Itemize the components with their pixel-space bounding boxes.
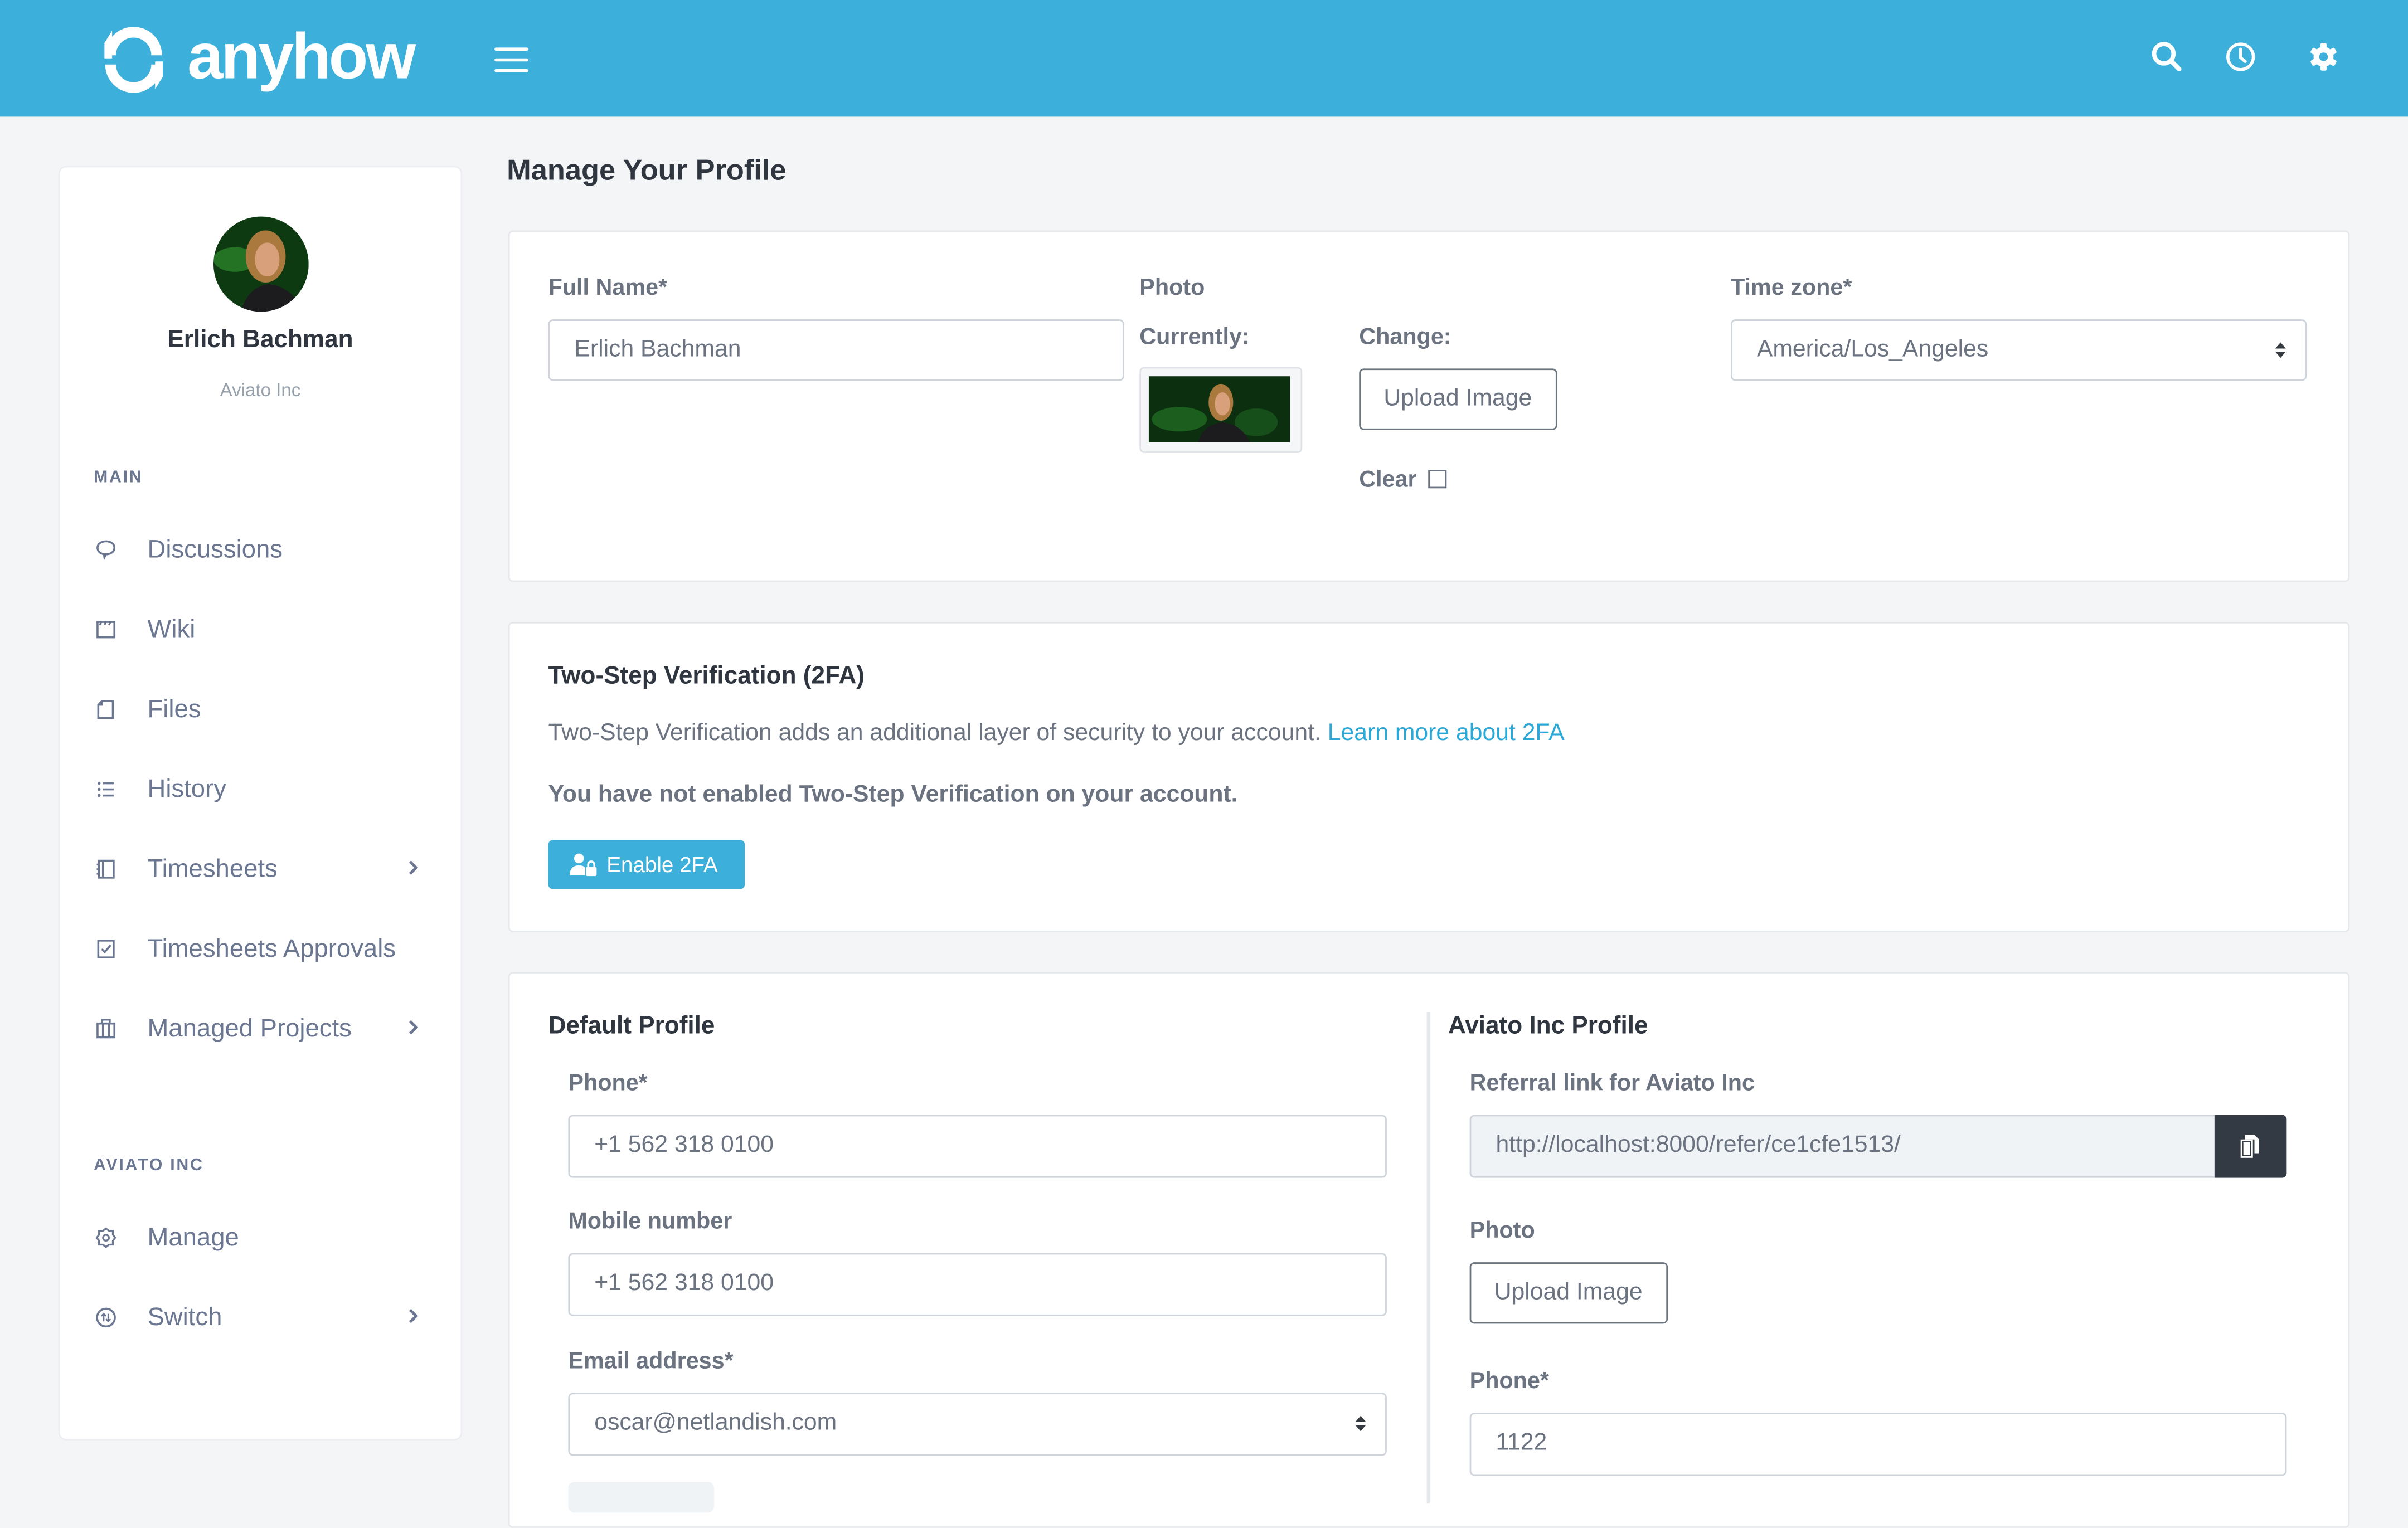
partially-visible-button[interactable] (568, 1482, 715, 1513)
enable-2fa-label: Enable 2FA (606, 852, 718, 877)
chevron-right-icon (409, 860, 419, 875)
brand-logo[interactable]: anyhow (187, 18, 416, 95)
sidebar-item-timesheets[interactable]: Timesheets (94, 846, 431, 892)
org-phone-input[interactable]: 1122 (1469, 1413, 2287, 1476)
sidebar-item-switch[interactable]: Switch (94, 1295, 431, 1341)
file-icon (97, 700, 114, 719)
copy-icon (2240, 1135, 2259, 1158)
mobile-number-input[interactable]: +1 562 318 0100 (568, 1253, 1387, 1316)
speech-bubble-icon (96, 540, 116, 561)
switch-arrows-icon (96, 1307, 116, 1328)
avatar[interactable] (213, 216, 309, 312)
column-divider (1426, 1012, 1430, 1503)
chevron-right-icon (409, 1020, 419, 1035)
briefcase-icon (96, 1019, 116, 1039)
full-name-input[interactable]: Erlich Bachman (548, 319, 1124, 381)
referral-link-label: Referral link for Aviato Inc (1469, 1070, 1755, 1097)
cog-icon (95, 1227, 116, 1248)
hamburger-icon (494, 47, 528, 52)
section-label-main: MAIN (94, 468, 143, 487)
app-root: anyhow Erlich Bachman Aviato Inc MAIN Di… (0, 0, 2408, 1528)
timezone-select[interactable]: America/Los_Angeles (1730, 319, 2307, 381)
copy-referral-link-button[interactable] (2214, 1115, 2287, 1178)
sidebar: Erlich Bachman Aviato Inc MAIN Discussio… (60, 167, 461, 1439)
email-address-value: oscar@netlandish.com (594, 1409, 837, 1436)
sidebar-item-label: Files (147, 695, 201, 723)
default-profile-title: Default Profile (548, 1013, 715, 1040)
sidebar-item-discussions[interactable]: Discussions (94, 527, 431, 573)
email-address-label: Email address* (568, 1348, 734, 1375)
sidebar-item-label: Wiki (147, 616, 196, 644)
sidebar-item-label: Timesheets Approvals (147, 935, 396, 963)
timezone-value: America/Los_Angeles (1756, 336, 1989, 363)
sidebar-item-label: Discussions (147, 536, 283, 564)
sidebar-item-managed-projects[interactable]: Managed Projects (94, 1006, 431, 1052)
two-factor-title: Two-Step Verification (2FA) (548, 663, 865, 690)
search-icon[interactable] (2150, 40, 2184, 74)
user-name: Erlich Bachman (167, 327, 353, 353)
upload-image-button[interactable]: Upload Image (1359, 368, 1557, 430)
two-factor-description: Two-Step Verification adds an additional… (548, 720, 1565, 748)
sidebar-item-files[interactable]: Files (94, 687, 431, 733)
sidebar-item-label: Manage (147, 1224, 239, 1252)
sidebar-item-label: Switch (147, 1303, 222, 1332)
learn-more-2fa-link[interactable]: Learn more about 2FA (1328, 720, 1565, 746)
clapperboard-icon (96, 621, 116, 639)
photo-label: Photo (1139, 275, 1205, 301)
checkbox-icon (97, 940, 115, 958)
page-title: Manage Your Profile (507, 155, 787, 188)
phone-label: Phone* (568, 1070, 648, 1097)
select-arrows-icon (1355, 1415, 1366, 1432)
enable-2fa-button[interactable]: Enable 2FA (548, 840, 745, 889)
logo-refresh-icon[interactable] (98, 25, 169, 95)
sidebar-item-timesheets-approvals[interactable]: Timesheets Approvals (94, 926, 431, 972)
gear-icon[interactable] (2307, 40, 2341, 74)
org-profile-title: Aviato Inc Profile (1448, 1013, 1648, 1040)
hamburger-icon-line (494, 69, 528, 73)
clear-photo-checkbox[interactable] (1428, 470, 1447, 489)
avatar-photo (213, 216, 309, 312)
current-photo (1148, 376, 1290, 442)
two-factor-description-text: Two-Step Verification adds an additional… (548, 720, 1321, 747)
clock-icon[interactable] (2223, 40, 2258, 74)
timezone-label: Time zone* (1730, 275, 1852, 301)
full-name-label: Full Name* (548, 275, 668, 301)
phone-input[interactable]: +1 562 318 0100 (568, 1115, 1387, 1178)
mobile-number-label: Mobile number (568, 1208, 732, 1235)
sidebar-item-wiki[interactable]: Wiki (94, 607, 431, 653)
list-icon (97, 781, 114, 797)
org-upload-image-button[interactable]: Upload Image (1469, 1262, 1667, 1324)
user-lock-icon (570, 853, 597, 877)
section-label-organization: AVIATO INC (94, 1156, 204, 1175)
org-phone-label: Phone* (1469, 1368, 1550, 1395)
hamburger-menu-button[interactable] (494, 47, 528, 73)
sidebar-item-manage[interactable]: Manage (94, 1215, 431, 1261)
hamburger-icon-line (494, 58, 528, 62)
sidebar-item-label: Timesheets (147, 855, 278, 883)
select-arrows-icon (2275, 342, 2286, 358)
change-label: Change: (1359, 324, 1451, 351)
current-photo-thumbnail[interactable] (1139, 367, 1303, 453)
user-organization: Aviato Inc (220, 379, 301, 401)
referral-link-input[interactable]: http://localhost:8000/refer/ce1cfe1513/ (1469, 1115, 2216, 1178)
top-navbar: anyhow (0, 0, 2408, 117)
notebook-icon (96, 859, 115, 879)
two-factor-status: You have not enabled Two-Step Verificati… (548, 781, 1238, 808)
sidebar-item-history[interactable]: History (94, 766, 431, 812)
clear-label: Clear (1359, 466, 1417, 493)
org-photo-label: Photo (1469, 1218, 1535, 1244)
sidebar-item-label: History (147, 775, 226, 804)
currently-label: Currently: (1139, 324, 1250, 351)
sidebar-item-label: Managed Projects (147, 1015, 352, 1043)
chevron-right-icon (409, 1308, 419, 1323)
email-address-select[interactable]: oscar@netlandish.com (568, 1393, 1387, 1456)
